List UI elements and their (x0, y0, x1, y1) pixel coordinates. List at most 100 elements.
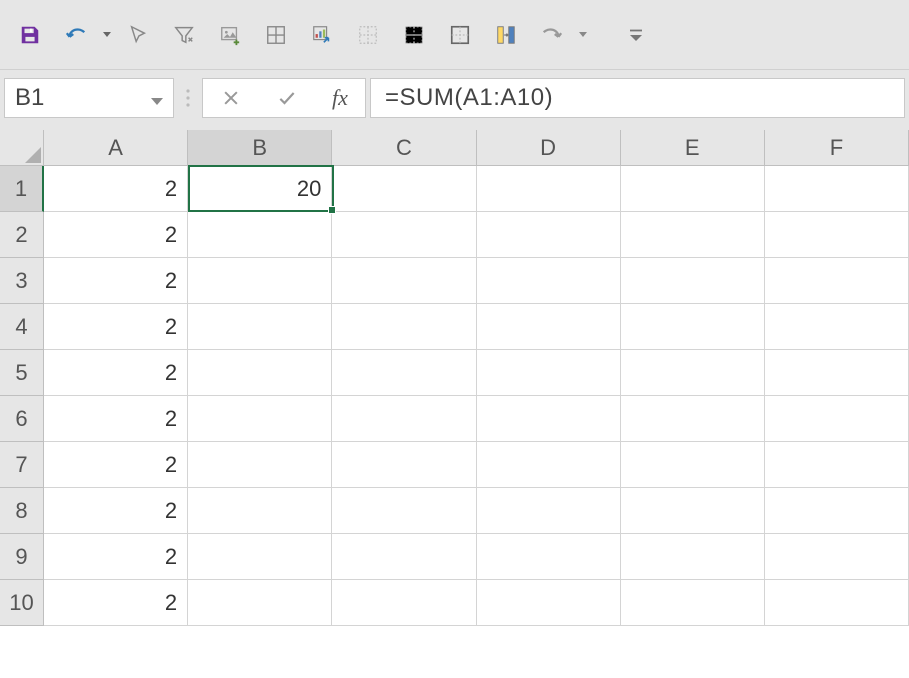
cell-D6[interactable] (477, 396, 621, 442)
border-all-button[interactable] (440, 15, 480, 55)
cell-D9[interactable] (477, 534, 621, 580)
highlight-columns-button[interactable] (486, 15, 526, 55)
cell-E10[interactable] (621, 580, 765, 626)
cell-C1[interactable] (332, 166, 476, 212)
fill-handle[interactable] (328, 206, 336, 214)
cell-A7[interactable]: 2 (44, 442, 188, 488)
cell-E5[interactable] (621, 350, 765, 396)
cell-F4[interactable] (765, 304, 909, 350)
cell-D1[interactable] (477, 166, 621, 212)
cell-B3[interactable] (188, 258, 332, 304)
formula-input[interactable]: =SUM(A1:A10) (370, 78, 905, 118)
cell-F2[interactable] (765, 212, 909, 258)
cell-C8[interactable] (332, 488, 476, 534)
cell-F8[interactable] (765, 488, 909, 534)
row-header-7[interactable]: 7 (0, 442, 44, 488)
cell-C2[interactable] (332, 212, 476, 258)
name-box-dropdown-icon[interactable] (151, 84, 163, 112)
customize-toolbar-button[interactable] (616, 15, 656, 55)
cell-D3[interactable] (477, 258, 621, 304)
cell-B7[interactable] (188, 442, 332, 488)
cell-E6[interactable] (621, 396, 765, 442)
cell-D10[interactable] (477, 580, 621, 626)
cell-D4[interactable] (477, 304, 621, 350)
cell-B10[interactable] (188, 580, 332, 626)
cell-E3[interactable] (621, 258, 765, 304)
cell-F9[interactable] (765, 534, 909, 580)
border-dotted-button[interactable] (348, 15, 388, 55)
column-header-E[interactable]: E (621, 130, 765, 166)
undo-button[interactable] (56, 15, 96, 55)
border-sides-button[interactable] (394, 15, 434, 55)
cancel-formula-button[interactable] (203, 79, 259, 117)
cell-A2[interactable]: 2 (44, 212, 188, 258)
row-header-9[interactable]: 9 (0, 534, 44, 580)
cell-F10[interactable] (765, 580, 909, 626)
border-grid-button[interactable] (256, 15, 296, 55)
cell-F1[interactable] (765, 166, 909, 212)
cell-A6[interactable]: 2 (44, 396, 188, 442)
cell-B8[interactable] (188, 488, 332, 534)
cell-C10[interactable] (332, 580, 476, 626)
cell-C6[interactable] (332, 396, 476, 442)
cell-C9[interactable] (332, 534, 476, 580)
cell-E9[interactable] (621, 534, 765, 580)
row-header-6[interactable]: 6 (0, 396, 44, 442)
cell-D5[interactable] (477, 350, 621, 396)
row-header-5[interactable]: 5 (0, 350, 44, 396)
cell-A10[interactable]: 2 (44, 580, 188, 626)
insert-image-button[interactable] (210, 15, 250, 55)
cell-A3[interactable]: 2 (44, 258, 188, 304)
cell-F5[interactable] (765, 350, 909, 396)
cell-F3[interactable] (765, 258, 909, 304)
cell-D8[interactable] (477, 488, 621, 534)
column-header-F[interactable]: F (765, 130, 909, 166)
filter-button[interactable] (164, 15, 204, 55)
cell-D2[interactable] (477, 212, 621, 258)
column-header-D[interactable]: D (477, 130, 621, 166)
row-header-8[interactable]: 8 (0, 488, 44, 534)
cell-E8[interactable] (621, 488, 765, 534)
column-header-A[interactable]: A (44, 130, 188, 166)
cell-A8[interactable]: 2 (44, 488, 188, 534)
row-header-4[interactable]: 4 (0, 304, 44, 350)
cell-E7[interactable] (621, 442, 765, 488)
cell-E1[interactable] (621, 166, 765, 212)
cell-A1[interactable]: 2 (44, 166, 188, 212)
select-all-corner[interactable] (0, 130, 44, 166)
cursor-select-button[interactable] (118, 15, 158, 55)
cell-B1[interactable]: 20 (188, 166, 332, 212)
cell-F6[interactable] (765, 396, 909, 442)
cell-A9[interactable]: 2 (44, 534, 188, 580)
cell-F7[interactable] (765, 442, 909, 488)
cell-E4[interactable] (621, 304, 765, 350)
cell-A5[interactable]: 2 (44, 350, 188, 396)
row-header-2[interactable]: 2 (0, 212, 44, 258)
cell-B5[interactable] (188, 350, 332, 396)
cell-B2[interactable] (188, 212, 332, 258)
name-box[interactable]: B1 (4, 78, 174, 118)
column-header-B[interactable]: B (188, 130, 332, 166)
cell-B4[interactable] (188, 304, 332, 350)
cell-C7[interactable] (332, 442, 476, 488)
cell-D7[interactable] (477, 442, 621, 488)
row-header-3[interactable]: 3 (0, 258, 44, 304)
row-header-1[interactable]: 1 (0, 166, 44, 212)
redo-dropdown[interactable] (578, 15, 588, 55)
accept-formula-button[interactable] (259, 79, 315, 117)
cell-C5[interactable] (332, 350, 476, 396)
redo-button[interactable] (532, 15, 572, 55)
cell-A4[interactable]: 2 (44, 304, 188, 350)
cell-E2[interactable] (621, 212, 765, 258)
cell-C3[interactable] (332, 258, 476, 304)
save-button[interactable] (10, 15, 50, 55)
undo-dropdown[interactable] (102, 15, 112, 55)
cell-B6[interactable] (188, 396, 332, 442)
row-header-10[interactable]: 10 (0, 580, 44, 626)
cell-C4[interactable] (332, 304, 476, 350)
formula-controls: fx (202, 78, 366, 118)
chart-data-button[interactable] (302, 15, 342, 55)
cell-B9[interactable] (188, 534, 332, 580)
fx-label[interactable]: fx (315, 85, 365, 111)
column-header-C[interactable]: C (332, 130, 476, 166)
